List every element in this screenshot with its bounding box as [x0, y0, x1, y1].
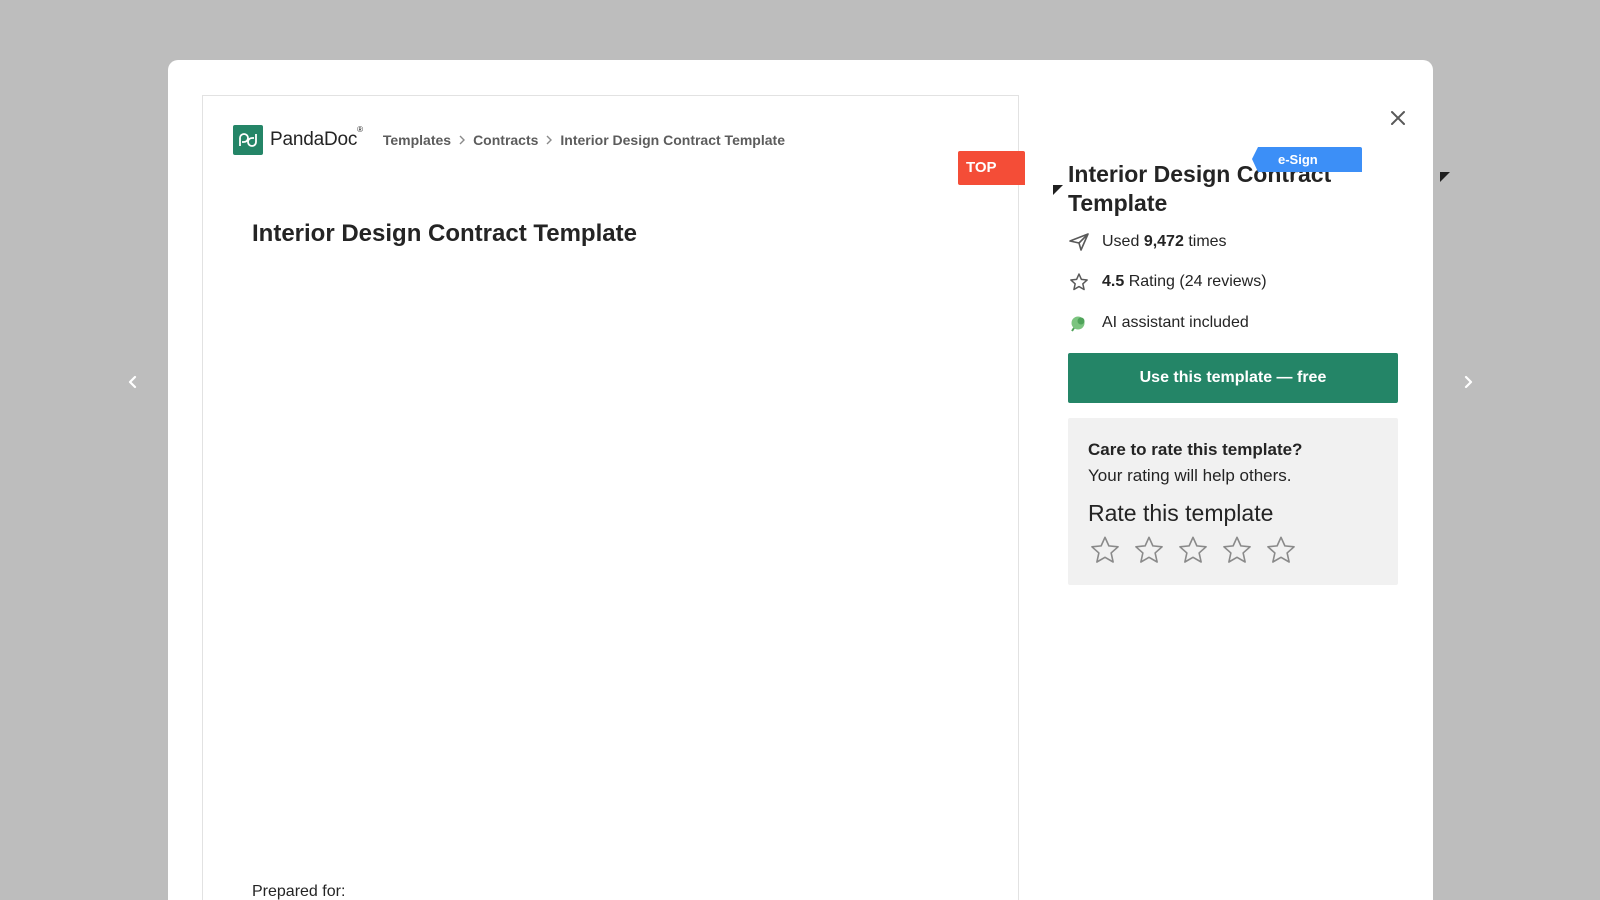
- ai-sparkle-icon: [1068, 312, 1090, 334]
- pandadoc-wordmark: PandaDoc®: [270, 125, 363, 150]
- ai-assistant-stat: AI assistant included: [1068, 312, 1249, 334]
- rate-star-2[interactable]: [1132, 533, 1166, 567]
- pd-logo-icon: [239, 133, 257, 147]
- breadcrumb-contracts[interactable]: Contracts: [473, 132, 538, 148]
- chevron-right-icon: [545, 135, 553, 145]
- document-header: PandaDoc® Templates Contracts Interior D…: [233, 124, 785, 156]
- used-count-stat: Used 9,472 times: [1068, 231, 1227, 253]
- rating-stars: [1088, 533, 1378, 567]
- star-outline-icon: [1223, 536, 1251, 563]
- rate-heading: Rate this template: [1088, 500, 1274, 526]
- rate-star-1[interactable]: [1088, 533, 1122, 567]
- rate-star-3[interactable]: [1176, 533, 1210, 567]
- breadcrumb-templates[interactable]: Templates: [383, 132, 451, 148]
- chevron-left-icon: [128, 375, 137, 389]
- rate-template-panel: Care to rate this template? Your rating …: [1068, 418, 1398, 585]
- star-outline-icon: [1267, 536, 1295, 563]
- badge-fold: [1440, 172, 1450, 182]
- close-button[interactable]: [1386, 106, 1410, 130]
- star-outline-icon: [1179, 536, 1207, 563]
- breadcrumb: Templates Contracts Interior Design Cont…: [383, 132, 785, 148]
- esign-badge: e-Sign with PandaDoc: [1252, 147, 1362, 217]
- rating-stat: 4.5 Rating (24 reviews): [1068, 271, 1267, 293]
- star-outline-icon: [1068, 271, 1090, 293]
- star-outline-icon: [1091, 536, 1119, 563]
- star-outline-icon: [1135, 536, 1163, 563]
- rate-subtext: Your rating will help others.: [1088, 466, 1292, 485]
- rate-question: Care to rate this template?: [1088, 440, 1303, 459]
- rate-star-4[interactable]: [1220, 533, 1254, 567]
- badge-fold: [1053, 185, 1063, 195]
- close-icon: [1391, 111, 1405, 125]
- breadcrumb-current[interactable]: Interior Design Contract Template: [560, 132, 785, 148]
- document-title: Interior Design Contract Template: [252, 220, 637, 247]
- document-preview: PandaDoc® Templates Contracts Interior D…: [202, 95, 1063, 900]
- next-template-button[interactable]: [1456, 370, 1480, 394]
- prepared-for-label: Prepared for:: [252, 883, 346, 900]
- pandadoc-logo[interactable]: PandaDoc®: [233, 125, 363, 155]
- top-rated-badge: TOP RATED: [958, 151, 1025, 210]
- rate-star-5[interactable]: [1264, 533, 1298, 567]
- chevron-right-icon: [458, 135, 466, 145]
- paper-plane-icon: [1068, 231, 1090, 253]
- chevron-right-icon: [1464, 375, 1473, 389]
- previous-template-button[interactable]: [121, 370, 145, 394]
- pandadoc-logo-mark: [233, 125, 263, 155]
- use-template-button[interactable]: Use this template — free: [1068, 353, 1398, 403]
